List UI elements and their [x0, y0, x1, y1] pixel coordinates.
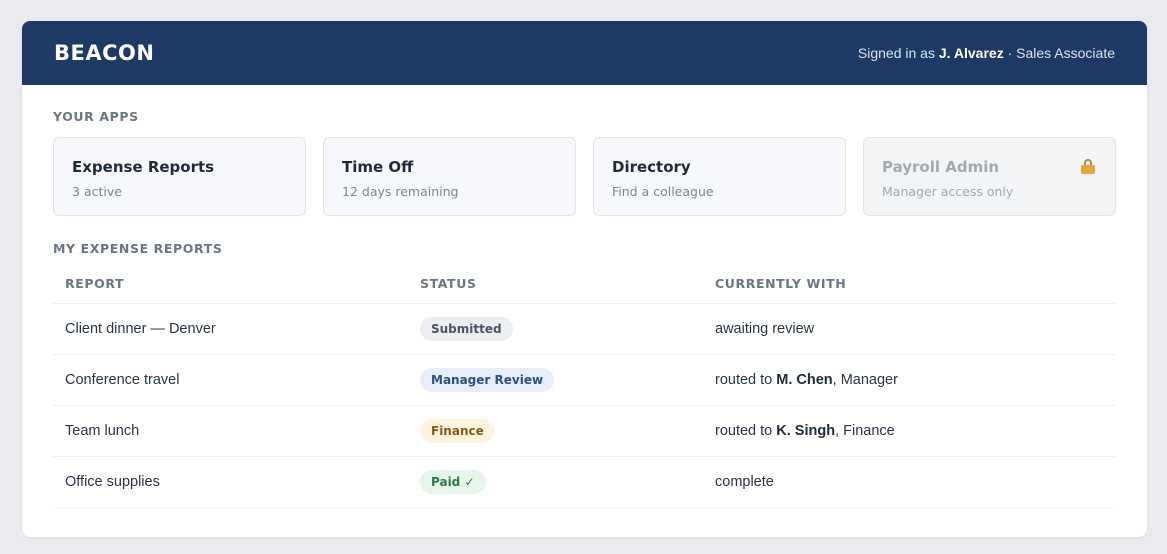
apps-section-title: YOUR APPS	[53, 109, 139, 124]
status-badge: Finance	[420, 419, 495, 443]
app-name: Directory	[612, 158, 691, 176]
currently-with-text: routed to	[715, 423, 777, 439]
app-name: Time Off	[342, 158, 414, 176]
assignee-name: K. Singh	[776, 423, 836, 439]
column-header-status: STATUS	[408, 276, 703, 304]
app-name: Payroll Admin	[882, 158, 1000, 176]
report-status-cell: Submitted	[408, 303, 703, 355]
table-row[interactable]: Client dinner — Denver Submitted awaiting …	[53, 303, 1115, 355]
signed-in-prefix: Signed in as	[857, 45, 939, 61]
portal-card: BEACON Signed in as J. Alvarez · Sales A…	[22, 21, 1147, 537]
table-row[interactable]: Team lunch Finance routed to K. Singh, Fin…	[53, 405, 1115, 457]
status-badge: Manager Review	[420, 368, 555, 392]
report-status-cell: Finance	[408, 405, 703, 457]
brand-logo[interactable]: BEACON	[54, 41, 154, 65]
status-badge: Submitted	[420, 317, 513, 341]
currently-with-cell: awaiting review	[703, 303, 1115, 355]
report-name[interactable]: Office supplies	[53, 456, 408, 508]
reports-section-title: MY EXPENSE REPORTS	[53, 241, 223, 256]
app-subtitle: Find a colleague	[612, 184, 714, 199]
assignee-role: , Manager	[832, 372, 898, 388]
assignee-role: , Finance	[835, 423, 895, 439]
currently-with-cell: complete	[703, 456, 1115, 508]
status-badge: Paid ✓	[420, 470, 486, 494]
main-content: YOUR APPS Expense Reports 3 active Time …	[22, 109, 1147, 508]
top-bar: BEACON Signed in as J. Alvarez · Sales A…	[22, 21, 1147, 85]
report-name[interactable]: Conference travel	[53, 354, 408, 406]
user-role: Sales Associate	[1016, 45, 1115, 61]
report-name[interactable]: Client dinner — Denver	[53, 303, 408, 355]
report-name[interactable]: Team lunch	[53, 405, 408, 457]
table-row[interactable]: Conference travel Manager Review routed to…	[53, 354, 1115, 406]
currently-with-text: complete	[715, 474, 774, 490]
app-card-time-off[interactable]: Time Off 12 days remaining	[323, 137, 576, 216]
assignee-name: M. Chen	[776, 372, 833, 388]
currently-with-text: awaiting review	[715, 321, 815, 337]
report-status-cell: Paid ✓	[408, 456, 703, 508]
currently-with-cell: routed to M. Chen, Manager	[703, 354, 1115, 406]
column-header-currently-with: CURRENTLY WITH	[703, 276, 1115, 304]
table-header-row: REPORT STATUS CURRENTLY WITH	[53, 276, 1115, 304]
column-header-report: REPORT	[53, 276, 408, 304]
expense-reports-table: REPORT STATUS CURRENTLY WITH Client dinn…	[53, 276, 1115, 508]
report-status-cell: Manager Review	[408, 354, 703, 406]
app-subtitle: 12 days remaining	[342, 184, 459, 199]
user-name[interactable]: J. Alvarez	[939, 45, 1004, 61]
currently-with-text: routed to	[715, 372, 777, 388]
table-row[interactable]: Office supplies Paid ✓ complete	[53, 456, 1115, 508]
app-card-payroll-admin: Payroll Admin Manager access only	[863, 137, 1116, 216]
apps-grid: Expense Reports 3 active Time Off 12 day…	[53, 137, 1116, 216]
currently-with-cell: routed to K. Singh, Finance	[703, 405, 1115, 457]
app-subtitle: Manager access only	[882, 184, 1014, 199]
app-card-directory[interactable]: Directory Find a colleague	[593, 137, 846, 216]
app-subtitle: 3 active	[72, 184, 122, 199]
app-name: Expense Reports	[72, 158, 215, 176]
app-card-expense-reports[interactable]: Expense Reports 3 active	[53, 137, 306, 216]
table-body: Client dinner — Denver Submitted awaiting …	[53, 303, 1115, 508]
separator: ·	[1003, 45, 1017, 61]
signed-in-info: Signed in as J. Alvarez · Sales Associat…	[858, 45, 1115, 61]
lock-icon	[1081, 159, 1095, 174]
